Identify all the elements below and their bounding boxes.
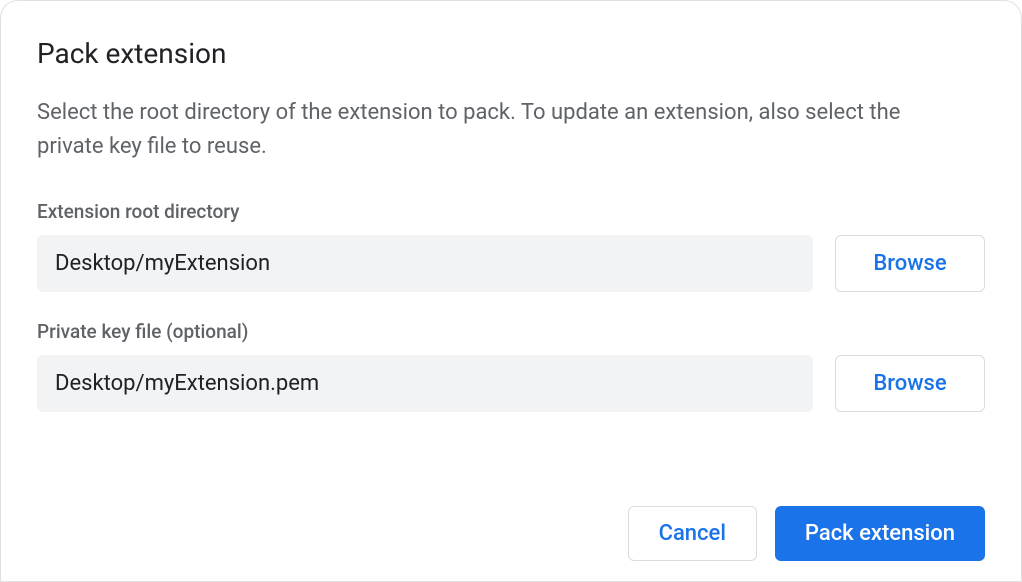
root-directory-group: Extension root directory Browse bbox=[37, 200, 985, 292]
root-directory-label: Extension root directory bbox=[37, 200, 985, 223]
root-directory-row: Browse bbox=[37, 235, 985, 292]
private-key-browse-button[interactable]: Browse bbox=[835, 355, 985, 412]
cancel-button[interactable]: Cancel bbox=[628, 506, 757, 561]
dialog-footer: Cancel Pack extension bbox=[628, 506, 985, 561]
root-directory-input[interactable] bbox=[37, 235, 813, 292]
pack-extension-button[interactable]: Pack extension bbox=[775, 506, 985, 561]
dialog-title: Pack extension bbox=[37, 37, 985, 70]
private-key-input[interactable] bbox=[37, 355, 813, 412]
root-directory-browse-button[interactable]: Browse bbox=[835, 235, 985, 292]
dialog-description: Select the root directory of the extensi… bbox=[37, 96, 907, 164]
private-key-label: Private key file (optional) bbox=[37, 320, 985, 343]
private-key-group: Private key file (optional) Browse bbox=[37, 320, 985, 412]
private-key-row: Browse bbox=[37, 355, 985, 412]
pack-extension-dialog: Pack extension Select the root directory… bbox=[0, 0, 1022, 582]
